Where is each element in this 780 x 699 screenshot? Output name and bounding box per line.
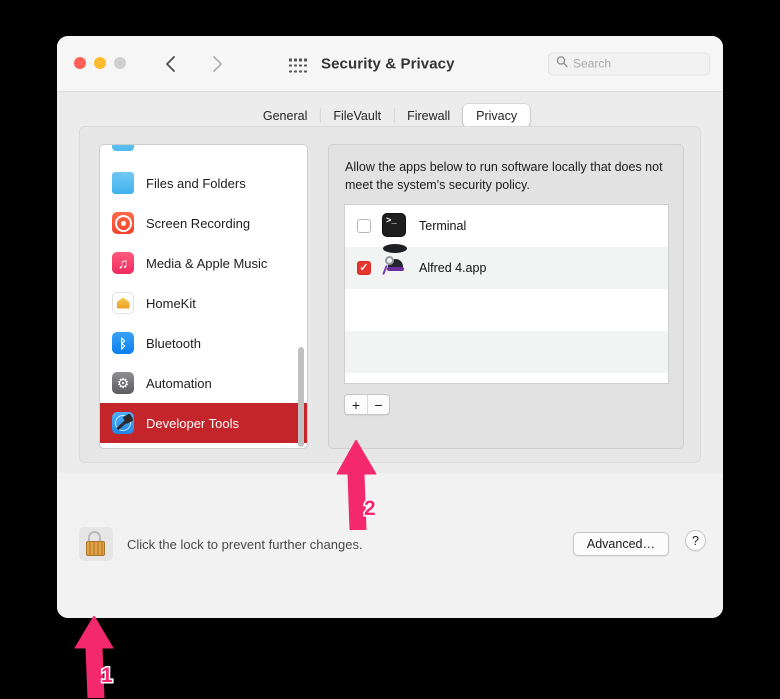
gear-icon: ⚙ (112, 372, 134, 394)
show-all-grid-icon[interactable] (289, 58, 307, 74)
allowed-apps-list[interactable]: >_ Terminal ✓ Alfred 4.app (344, 204, 669, 384)
advanced-button[interactable]: Advanced… (572, 532, 669, 556)
table-row-empty (345, 289, 668, 331)
sidebar-item-label: Media & Apple Music (146, 255, 268, 271)
sidebar-item-files-and-folders[interactable]: Files and Folders (100, 163, 307, 203)
system-preferences-window: Security & Privacy General FileVault Fir… (57, 36, 723, 618)
annotation-label-2: 2 (363, 496, 378, 522)
annotation-arrow-1 (68, 615, 128, 699)
lock-hint-label: Click the lock to prevent further change… (127, 536, 363, 552)
sidebar-item-homekit[interactable]: HomeKit (100, 283, 307, 323)
sidebar-scrollbar-thumb[interactable] (298, 347, 304, 447)
search-input[interactable] (573, 56, 702, 71)
sidebar-item-label: HomeKit (146, 295, 196, 311)
tab-firewall[interactable]: Firewall (394, 104, 463, 127)
add-remove-app-buttons: + − (344, 394, 390, 415)
table-row[interactable]: >_ Terminal (345, 205, 668, 247)
sidebar-item-automation[interactable]: ⚙ Automation (100, 363, 307, 403)
tab-filevault[interactable]: FileVault (320, 104, 394, 127)
developer-tools-detail-pane: Allow the apps below to run software loc… (328, 144, 684, 449)
bluetooth-icon: ᛒ (112, 332, 134, 354)
traffic-lights (74, 57, 126, 69)
alfred-icon (382, 244, 408, 281)
tab-privacy[interactable]: Privacy (463, 104, 531, 127)
partial-folder-icon-above (112, 145, 134, 151)
table-row-empty (345, 331, 668, 373)
app-name-label: Alfred 4.app (419, 261, 487, 275)
home-icon (112, 292, 134, 314)
folder-icon (112, 172, 134, 194)
window-footer: Click the lock to prevent further change… (57, 473, 723, 618)
lock-button[interactable] (79, 527, 113, 561)
sidebar-item-label: Screen Recording (146, 215, 251, 231)
privacy-categories-list[interactable]: Files and Folders Screen Recording ♫ Med… (99, 144, 308, 449)
add-app-button[interactable]: + (345, 395, 367, 414)
sidebar-item-screen-recording[interactable]: Screen Recording (100, 203, 307, 243)
app-checkbox[interactable]: ✓ (357, 261, 371, 275)
music-note-icon: ♫ (112, 252, 134, 274)
table-row[interactable]: ✓ Alfred 4.app (345, 244, 668, 289)
terminal-icon: >_ (382, 213, 408, 239)
remove-app-button[interactable]: − (367, 395, 389, 414)
lock-area: Click the lock to prevent further change… (79, 527, 363, 561)
screenshot-root: Security & Privacy General FileVault Fir… (0, 0, 780, 699)
page-title: Security & Privacy (321, 55, 455, 72)
app-name-label: Terminal (419, 219, 467, 233)
screen-recording-icon (112, 212, 134, 234)
close-button[interactable] (74, 57, 86, 69)
pane-description: Allow the apps below to run software loc… (345, 160, 663, 192)
search-icon (556, 55, 568, 73)
sidebar-item-label: Developer Tools (146, 415, 239, 431)
sidebar-item-label: Automation (146, 375, 212, 391)
app-checkbox[interactable] (357, 219, 371, 233)
search-field[interactable] (548, 52, 710, 75)
back-chevron-icon[interactable] (157, 51, 183, 77)
sidebar-item-analytics-improvements[interactable]: Analytics & Improvem… (100, 443, 307, 448)
zoom-button[interactable] (114, 57, 126, 69)
sidebar-item-developer-tools[interactable]: Developer Tools (100, 403, 307, 443)
tab-general[interactable]: General (250, 104, 320, 127)
window-titlebar: Security & Privacy (57, 36, 723, 92)
sidebar-item-label: Files and Folders (146, 175, 246, 191)
sidebar-item-bluetooth[interactable]: ᛒ Bluetooth (100, 323, 307, 363)
navigation-buttons (157, 51, 230, 77)
annotation-label-1: 1 (100, 663, 115, 689)
help-button[interactable]: ? (685, 530, 706, 551)
sidebar-item-label: Bluetooth (146, 335, 201, 351)
sidebar-item-media-apple-music[interactable]: ♫ Media & Apple Music (100, 243, 307, 283)
developer-tools-icon (112, 412, 134, 434)
privacy-content-panel: Files and Folders Screen Recording ♫ Med… (79, 126, 701, 463)
minimize-button[interactable] (94, 57, 106, 69)
forward-chevron-icon[interactable] (204, 51, 230, 77)
